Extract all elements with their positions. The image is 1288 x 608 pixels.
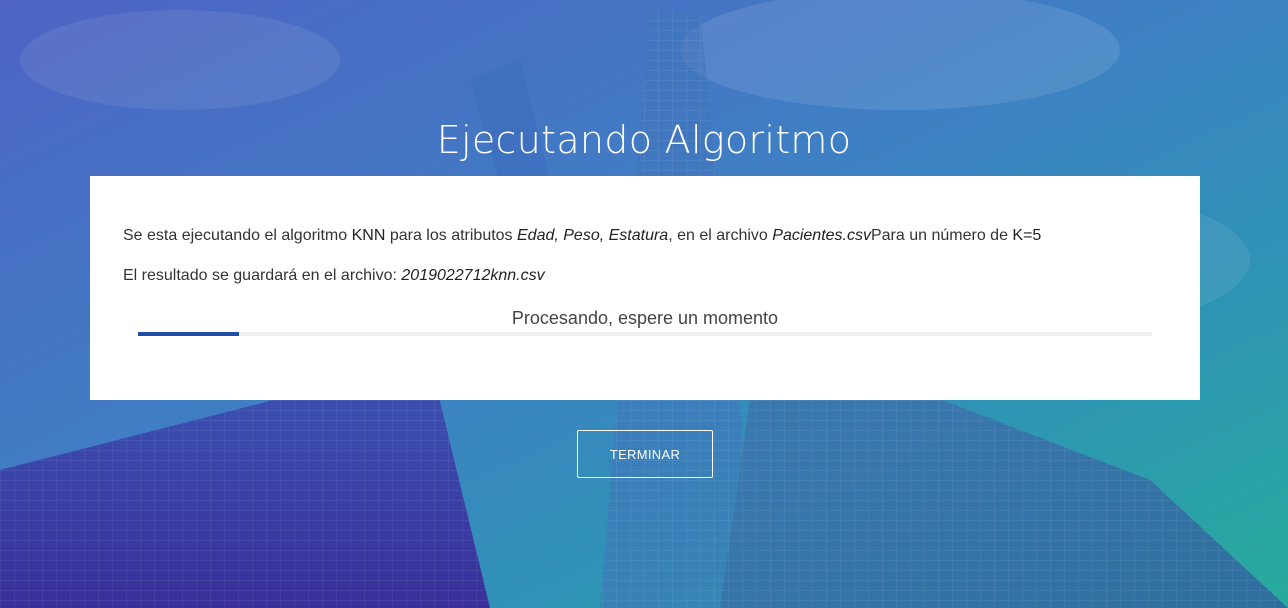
output-description: El resultado se guardará en el archivo: …	[123, 267, 545, 285]
output-file-name: 2019022712knn.csv	[401, 267, 545, 284]
k-value: K=5	[1012, 227, 1042, 244]
description-mid3: Para un número de	[870, 227, 1013, 244]
execution-description: Se esta ejecutando el algoritmo KNN para…	[123, 227, 1041, 245]
progress-label: Procesando, espere un momento	[511, 308, 779, 328]
progress-fill	[138, 332, 240, 336]
description-mid1: para los atributos	[385, 227, 517, 244]
description-prefix: Se esta ejecutando el algoritmo	[123, 227, 352, 244]
page-title: Ejecutando Algoritmo	[436, 118, 852, 162]
output-prefix: El resultado se guardará en el archivo:	[123, 267, 402, 284]
background: Ejecutando Algoritmo Se esta ejecutando …	[0, 0, 1288, 608]
terminate-button[interactable]: TERMINAR	[577, 430, 713, 478]
progress-bar	[138, 332, 1152, 336]
algorithm-name: KNN	[351, 227, 386, 244]
execution-card: Se esta ejecutando el algoritmo KNN para…	[90, 176, 1200, 400]
input-file-name: Pacientes.csv	[772, 227, 871, 244]
description-mid2: , en el archivo	[668, 227, 773, 244]
attribute-list: Edad, Peso, Estatura	[517, 227, 669, 244]
